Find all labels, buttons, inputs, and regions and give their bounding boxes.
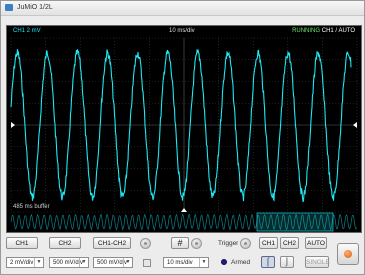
ch1-ch2-button[interactable]: CH1-CH2 [93,237,131,249]
ch2-button[interactable]: CH2 [49,237,81,249]
timebase-value: 10 ms/div [167,260,193,266]
scope-window: JuMiO 1/2L CH1 2 mV 10 ms/div RUNNING CH… [0,0,365,275]
falling-edge-icon: ⌡ [284,257,290,266]
horizontal-position-knob[interactable] [191,238,202,249]
channel-scale-readout: CH1 2 mV [13,28,41,34]
timebase-select[interactable]: 10 ms/div ▼ [163,257,209,268]
armed-indicator-led [221,259,227,265]
status-readout: RUNNING CH1 / AUTO [292,28,355,34]
ch2-scale-select[interactable]: 500 mV/div ▼ [49,257,89,268]
scope-display: CH1 2 mV 10 ms/div RUNNING CH1 / AUTO 48… [6,25,362,233]
trigger-position-marker [181,208,187,212]
auto-button[interactable]: AUTO [305,237,327,249]
ch1-button[interactable]: CH1 [6,237,38,249]
single-button[interactable]: SINGLE [305,256,330,268]
power-button[interactable] [337,243,359,265]
trigger-ch1-button[interactable]: CH1 [259,237,278,249]
math-scale-select[interactable]: 500 mV/div ▼ [93,257,133,268]
run-status: RUNNING [292,28,321,34]
position-knob[interactable] [140,238,151,249]
chevron-down-icon: ▼ [199,258,208,267]
ch1-scale-select[interactable]: 2 mV/div ▼ [6,257,44,268]
trigger-ch2-button[interactable]: CH2 [280,237,299,249]
ch1-scale-value: 2 mV/div [10,260,34,266]
armed-label: Armed [231,259,251,266]
rising-edge-button[interactable]: ⌠ [261,256,275,268]
waveform-plot [10,37,358,232]
small-toggle-button[interactable] [143,259,151,267]
trigger-source-readout: CH1 [321,28,334,34]
scope-app-icon [5,4,13,11]
buffer-visible-window [256,212,334,232]
falling-edge-button[interactable]: ⌡ [280,256,294,268]
title-bar: JuMiO 1/2L [1,1,364,16]
power-icon [344,250,352,258]
trigger-level-knob[interactable] [240,238,251,249]
rising-edge-icon: ⌠ [265,257,271,266]
trigger-slope-readout: / [335,28,338,34]
grid-icon: # [177,238,183,248]
window-title: JuMiO 1/2L [17,4,53,11]
trigger-label: Trigger [218,240,239,247]
grid-button[interactable]: # [171,237,189,249]
timebase-readout: 10 ms/div [169,28,195,34]
ground-level-marker [11,122,15,128]
buffer-label: 485 ms buffer [13,204,50,210]
chevron-down-icon: ▼ [123,258,132,267]
chevron-down-icon: ▼ [34,258,43,267]
chevron-down-icon: ▼ [79,258,88,267]
trigger-mode-readout: AUTO [338,28,355,34]
trigger-level-marker [353,122,357,128]
